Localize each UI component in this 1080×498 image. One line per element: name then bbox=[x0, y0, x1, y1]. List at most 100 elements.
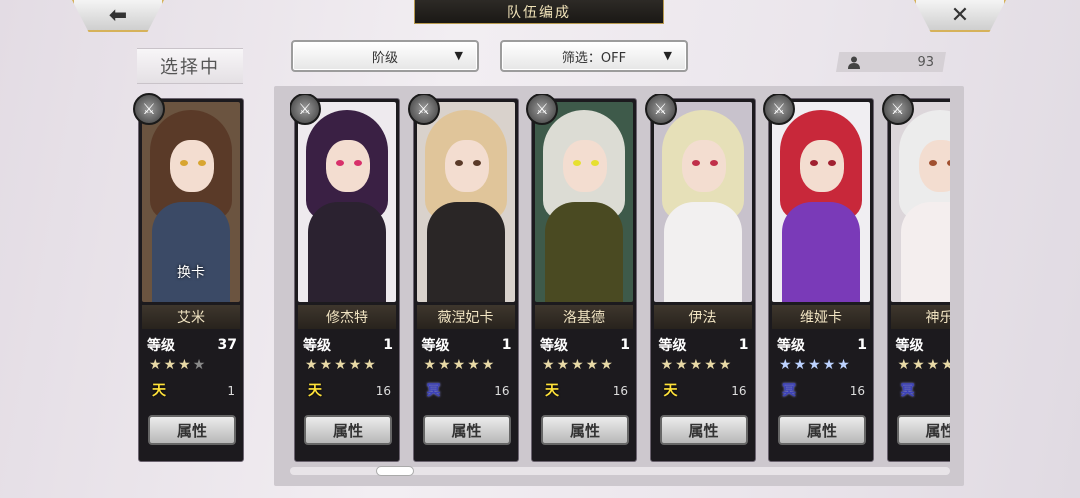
selecting-label: 选择中 bbox=[137, 48, 243, 84]
star-icon: ★ bbox=[481, 357, 497, 373]
star-icon: ★ bbox=[822, 357, 838, 373]
cost-value: 16 bbox=[612, 384, 628, 398]
star-rating: ★★★★★ bbox=[661, 357, 751, 375]
attribute-row: 天 16 bbox=[657, 381, 751, 403]
character-portrait bbox=[772, 102, 870, 302]
star-icon: ★ bbox=[793, 357, 809, 373]
close-button[interactable]: ✕ bbox=[914, 0, 1006, 32]
level-value: 37 bbox=[217, 337, 237, 353]
character-card[interactable]: ⚔ 洛基德 等级 1 ★★★★★ 天 16 属性 bbox=[526, 94, 637, 462]
portrait-body bbox=[308, 202, 386, 302]
unit-count-value: 93 bbox=[917, 54, 934, 70]
selected-character-card[interactable]: ⚔ 换卡 艾米 等级 37 ★★★★ 天 1 属性 bbox=[133, 93, 244, 462]
star-icon: ★ bbox=[348, 357, 364, 373]
star-icon: ★ bbox=[363, 357, 378, 373]
star-icon: ★ bbox=[305, 357, 320, 373]
level-row: 等级 37 bbox=[147, 335, 237, 355]
portrait-eye bbox=[573, 160, 581, 166]
character-portrait bbox=[298, 102, 396, 302]
star-rating: ★★★★★ bbox=[305, 357, 395, 375]
star-icon: ★ bbox=[897, 357, 913, 373]
level-row: 等级 1 bbox=[896, 335, 951, 355]
level-value: 1 bbox=[620, 337, 630, 353]
portrait-face bbox=[170, 140, 214, 192]
portrait-eye bbox=[454, 160, 463, 166]
character-name: 神乐 bbox=[890, 305, 950, 329]
cost-value: 16 bbox=[731, 384, 747, 398]
attribute-button[interactable]: 属性 bbox=[541, 415, 629, 445]
portrait-eye bbox=[691, 160, 700, 166]
portrait-eye bbox=[198, 160, 206, 166]
scroll-thumb[interactable] bbox=[375, 466, 414, 476]
horizontal-scrollbar[interactable] bbox=[290, 466, 950, 476]
character-portrait bbox=[653, 102, 752, 302]
level-row: 等级 1 bbox=[777, 335, 867, 355]
star-icon: ★ bbox=[585, 357, 601, 373]
star-icon: ★ bbox=[163, 357, 179, 373]
portrait-face bbox=[326, 140, 370, 192]
character-card[interactable]: ⚔ 神乐 等级 1 ★★★★★ 冥 16 属性 bbox=[881, 94, 951, 462]
portrait-body bbox=[782, 202, 860, 302]
weapon-type-icon: ⚔ bbox=[526, 94, 558, 125]
chevron-down-icon: ▼ bbox=[663, 49, 672, 62]
attribute-icon: 冥 bbox=[900, 383, 915, 399]
star-icon: ★ bbox=[542, 357, 557, 373]
portrait-face bbox=[800, 140, 844, 192]
character-name: 修杰特 bbox=[298, 305, 396, 329]
portrait-face bbox=[563, 140, 607, 192]
character-card[interactable]: ⚔ 修杰特 等级 1 ★★★★★ 天 16 属性 bbox=[290, 94, 400, 462]
person-icon bbox=[848, 56, 860, 69]
weapon-type-icon: ⚔ bbox=[133, 93, 165, 125]
attribute-icon: 天 bbox=[545, 383, 559, 399]
attribute-row: 冥 16 bbox=[775, 381, 869, 403]
attribute-button[interactable]: 属性 bbox=[422, 415, 511, 445]
level-value: 1 bbox=[383, 337, 393, 353]
portrait-face bbox=[918, 140, 950, 192]
star-rating: ★★★★★ bbox=[542, 357, 632, 375]
character-card[interactable]: ⚔ 薇涅妃卡 等级 1 ★★★★★ 冥 16 属性 bbox=[407, 94, 519, 462]
character-portrait: 换卡 bbox=[142, 102, 240, 302]
character-portrait bbox=[890, 102, 950, 302]
close-icon: ✕ bbox=[950, 2, 970, 28]
portrait-eye bbox=[828, 160, 836, 166]
attribute-button[interactable]: 属性 bbox=[304, 415, 392, 445]
star-icon: ★ bbox=[912, 357, 927, 373]
portrait-eye bbox=[709, 160, 718, 166]
level-label: 等级 bbox=[777, 338, 805, 354]
attribute-button[interactable]: 属性 bbox=[778, 415, 866, 445]
star-icon: ★ bbox=[423, 357, 439, 373]
character-name: 维娅卡 bbox=[772, 305, 870, 329]
character-portrait bbox=[416, 102, 515, 302]
character-portrait bbox=[535, 102, 633, 302]
cost-value: 16 bbox=[375, 384, 391, 398]
level-row: 等级 1 bbox=[659, 335, 749, 355]
swap-card-label: 换卡 bbox=[177, 265, 205, 281]
star-icon: ★ bbox=[319, 357, 335, 373]
star-icon: ★ bbox=[334, 357, 349, 373]
cost-value: 1 bbox=[227, 384, 235, 398]
weapon-type-icon: ⚔ bbox=[881, 94, 914, 125]
star-icon: ★ bbox=[556, 357, 572, 373]
filter-dropdown[interactable]: 筛选：OFF ▼ bbox=[500, 40, 688, 72]
star-icon: ★ bbox=[452, 357, 468, 373]
level-label: 等级 bbox=[421, 338, 450, 354]
star-icon: ★ bbox=[704, 357, 719, 373]
level-row: 等级 1 bbox=[422, 335, 512, 355]
attribute-button[interactable]: 属性 bbox=[896, 415, 950, 445]
level-row: 等级 1 bbox=[303, 335, 393, 355]
filter-label: 筛选：OFF bbox=[561, 50, 627, 66]
attribute-icon: 天 bbox=[152, 383, 166, 399]
character-card[interactable]: ⚔ 维娅卡 等级 1 ★★★★★ 冥 16 属性 bbox=[763, 94, 874, 462]
weapon-type-icon: ⚔ bbox=[644, 94, 677, 125]
attribute-row: 天 1 bbox=[145, 381, 239, 403]
rank-sort-dropdown[interactable]: 阶级 ▼ bbox=[291, 40, 479, 72]
attribute-button[interactable]: 属性 bbox=[148, 415, 236, 445]
star-icon: ★ bbox=[675, 357, 690, 373]
portrait-eye bbox=[928, 160, 937, 166]
star-rating: ★★★★★ bbox=[779, 357, 869, 375]
character-card[interactable]: ⚔ 伊法 等级 1 ★★★★★ 天 16 属性 bbox=[644, 94, 756, 462]
attribute-button[interactable]: 属性 bbox=[659, 415, 748, 445]
portrait-eye bbox=[472, 160, 481, 166]
back-button[interactable]: ⬅ bbox=[72, 0, 164, 32]
star-icon: ★ bbox=[941, 357, 950, 373]
